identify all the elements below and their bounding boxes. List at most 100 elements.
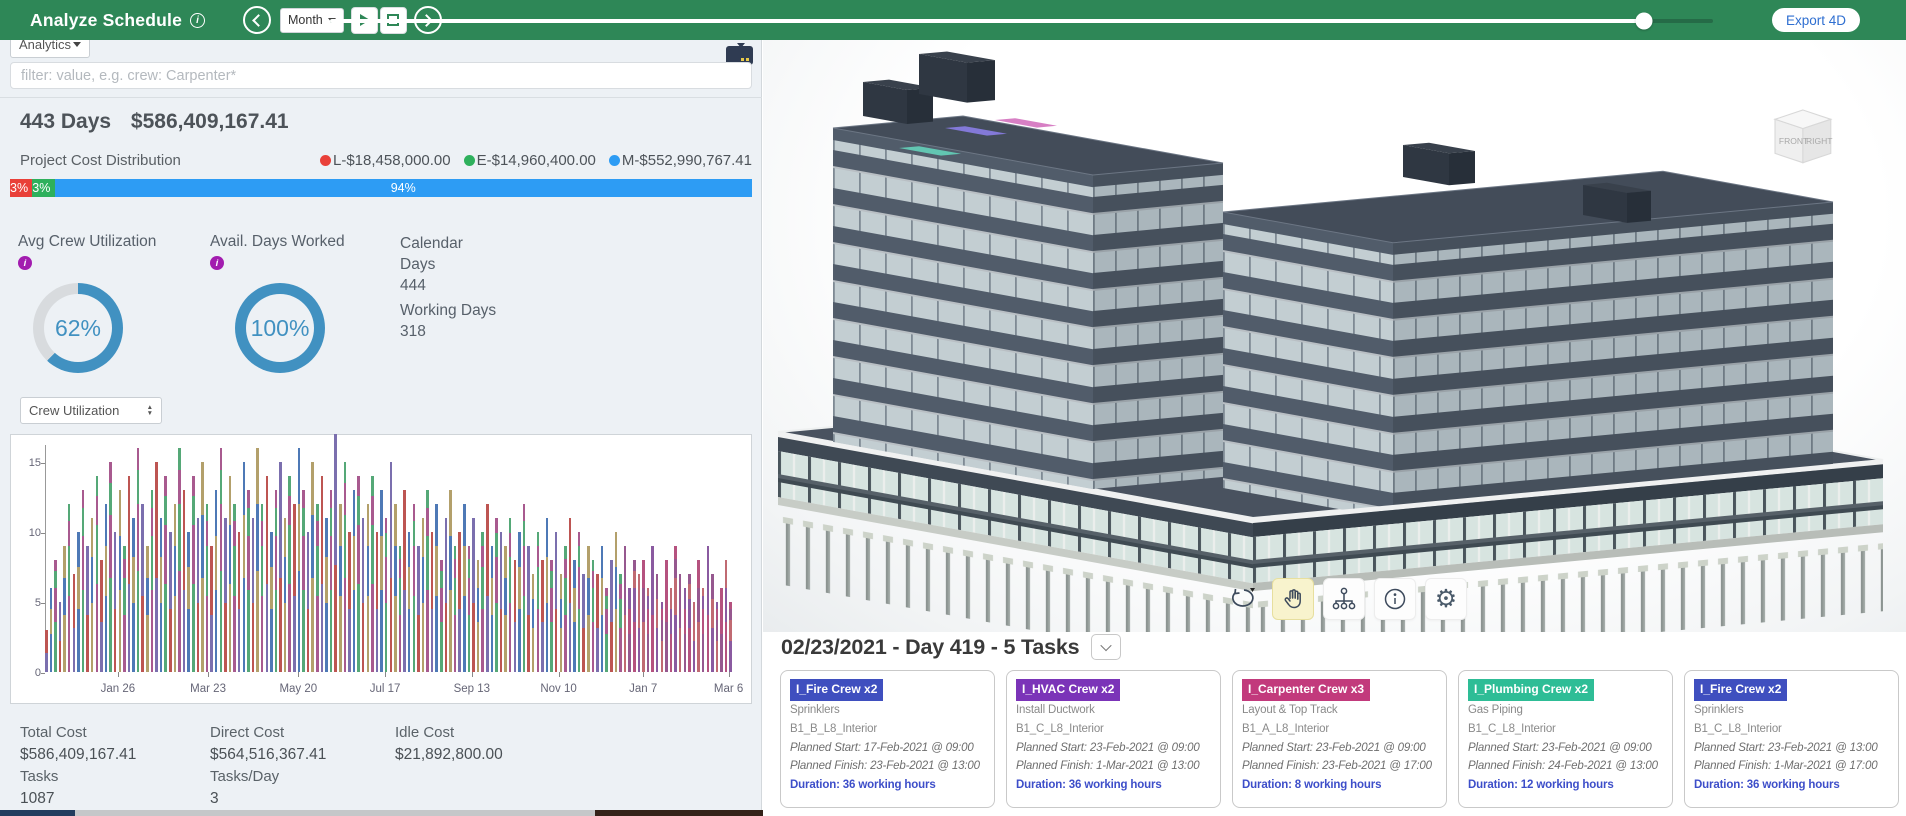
chevron-down-icon <box>1101 640 1112 651</box>
view-cube-front-label: FRONT <box>1779 136 1808 146</box>
timeline-slider[interactable] <box>330 12 1713 28</box>
task-location: B1_C_L8_Interior <box>1016 720 1211 739</box>
task-duration: Duration: 36 working hours <box>1694 776 1889 795</box>
y-tick-label: 15 <box>19 457 41 469</box>
task-finish: Planned Finish: 1-Mar-2021 @ 13:00 <box>1016 757 1211 776</box>
y-tick-label: 10 <box>19 527 41 539</box>
stat-direct-cost: Direct Cost$564,516,367.41 <box>210 722 326 766</box>
task-crew: I_Fire Crew x2 <box>790 679 883 701</box>
task-location: B1_C_L8_Interior <box>1468 720 1663 739</box>
task-duration: Duration: 36 working hours <box>1016 776 1211 795</box>
task-crew: I_Carpenter Crew x3 <box>1242 679 1370 701</box>
task-start: Planned Start: 17-Feb-2021 @ 09:00 <box>790 739 985 758</box>
export-4d-button[interactable]: Export 4D <box>1772 8 1860 32</box>
task-card[interactable]: I_Fire Crew x2SprinklersB1_C_L8_Interior… <box>1684 670 1899 808</box>
pan-icon[interactable] <box>1272 578 1314 620</box>
period-select-value: Month <box>288 13 323 27</box>
x-tick-label: Mar 23 <box>190 683 226 695</box>
orbit-icon[interactable] <box>1221 578 1263 620</box>
task-start: Planned Start: 23-Feb-2021 @ 09:00 <box>1242 739 1437 758</box>
legend-dot <box>609 155 620 166</box>
summary-line: 443 Days $586,409,167.41 <box>20 110 289 134</box>
cost-distribution-row: Project Cost Distribution L-$18,458,000.… <box>20 152 752 169</box>
info-icon[interactable]: i <box>190 13 205 28</box>
legend-dot <box>320 155 331 166</box>
distribution-segment-E: 3% <box>32 179 54 197</box>
task-start: Planned Start: 23-Feb-2021 @ 13:00 <box>1694 739 1889 758</box>
cost-distribution-legend: L-$18,458,000.00E-$14,960,400.00M-$552,9… <box>320 152 752 169</box>
analytics-panel: Analytics 443 Days $586,409,167.41 Proje… <box>0 0 762 816</box>
task-card[interactable]: I_Carpenter Crew x3Layout & Top TrackB1_… <box>1232 670 1447 808</box>
crew-utilization-value: 62% <box>33 283 123 373</box>
calendar-days-label-2: Days <box>400 254 496 275</box>
tasks-day-header: 02/23/2021 - Day 419 - 5 Tasks <box>781 635 1079 660</box>
task-cards-row: I_Fire Crew x2SprinklersB1_B_L8_Interior… <box>780 670 1899 808</box>
cost-distribution-bar: 3%3%94% <box>10 179 752 197</box>
task-finish: Planned Finish: 24-Feb-2021 @ 13:00 <box>1468 757 1663 776</box>
task-crew: I_Plumbing Crew x2 <box>1468 679 1594 701</box>
y-tick-label: 0 <box>19 667 41 679</box>
task-crew: I_Fire Crew x2 <box>1694 679 1787 701</box>
working-days-label: Working Days <box>400 300 496 321</box>
y-tick-label: 5 <box>19 597 41 609</box>
scrollbar-left-cap <box>0 810 75 816</box>
working-days-value: 318 <box>400 321 496 342</box>
app-header: Analyze Schedule i Month Export 4D <box>0 0 1906 40</box>
metric-select-value: Crew Utilization <box>29 403 119 418</box>
stat-idle-cost: Idle Cost$21,892,800.00 <box>395 722 503 766</box>
task-card[interactable]: I_Plumbing Crew x2Gas PipingB1_C_L8_Inte… <box>1458 670 1673 808</box>
tasks-collapse-button[interactable] <box>1091 634 1121 660</box>
task-task: Sprinklers <box>790 701 985 720</box>
task-duration: Duration: 12 working hours <box>1468 776 1663 795</box>
summary-total: $586,409,167.41 <box>131 110 289 133</box>
filter-input[interactable] <box>10 62 752 89</box>
x-tick-label: Nov 10 <box>540 683 576 695</box>
task-duration: Duration: 8 working hours <box>1242 776 1437 795</box>
task-start: Planned Start: 23-Feb-2021 @ 09:00 <box>1468 739 1663 758</box>
bim-3d-view[interactable]: FRONT RIGHT <box>763 40 1906 632</box>
rooftop-unit <box>863 52 995 125</box>
prev-period-button[interactable] <box>243 6 271 34</box>
view-cube: FRONT RIGHT <box>1775 110 1833 163</box>
divider <box>0 97 762 98</box>
viewer-toolbar: ⚙ <box>1221 578 1467 620</box>
task-duration: Duration: 36 working hours <box>790 776 985 795</box>
info-icon[interactable] <box>1374 578 1416 620</box>
view-cube-right-label: RIGHT <box>1806 136 1833 146</box>
x-tick-label: Jul 17 <box>370 683 401 695</box>
info-icon[interactable]: i <box>18 256 32 270</box>
days-worked-value: 100% <box>235 283 325 373</box>
task-crew: I_HVAC Crew x2 <box>1016 679 1120 701</box>
stat-tasks-day: Tasks/Day3 <box>210 766 279 810</box>
slider-fill <box>330 19 1644 23</box>
gauge-label-crew-utilization: Avg Crew Utilization <box>18 233 156 251</box>
task-task: Install Ductwork <box>1016 701 1211 720</box>
model-tree-icon[interactable] <box>1323 578 1365 620</box>
task-location: B1_B_L8_Interior <box>790 720 985 739</box>
stat-total-cost: Total Cost$586,409,167.41 <box>20 722 136 766</box>
x-tick-label: Jan 7 <box>629 683 657 695</box>
scrollbar-thumb[interactable] <box>75 810 595 816</box>
task-card[interactable]: I_HVAC Crew x2Install DuctworkB1_C_L8_In… <box>1006 670 1221 808</box>
info-icon[interactable]: i <box>210 256 224 270</box>
bim-model: FRONT RIGHT <box>763 40 1906 632</box>
stat-tasks: Tasks1087 <box>20 766 58 810</box>
task-task: Layout & Top Track <box>1242 701 1437 720</box>
slider-thumb[interactable] <box>1635 13 1652 30</box>
task-card[interactable]: I_Fire Crew x2SprinklersB1_B_L8_Interior… <box>780 670 995 808</box>
gauge-label-days-worked: Avail. Days Worked <box>210 233 345 251</box>
x-tick-label: May 20 <box>279 683 317 695</box>
task-finish: Planned Finish: 23-Feb-2021 @ 13:00 <box>790 757 985 776</box>
legend-item-L: L-$18,458,000.00 <box>320 152 451 169</box>
viewer-region: FRONT RIGHT <box>763 40 1906 816</box>
legend-dot <box>464 155 475 166</box>
metric-select[interactable]: Crew Utilization ▲▼ <box>20 397 162 424</box>
settings-gear-icon[interactable]: ⚙ <box>1425 578 1467 620</box>
chevron-left-icon <box>252 14 265 27</box>
calendar-stats: Calendar Days 444 Working Days 318 <box>400 233 496 342</box>
task-finish: Planned Finish: 23-Feb-2021 @ 17:00 <box>1242 757 1437 776</box>
distribution-segment-L: 3% <box>10 179 32 197</box>
calendar-days-label-1: Calendar <box>400 233 496 254</box>
legend-item-M: M-$552,990,767.41 <box>609 152 752 169</box>
crew-utilization-donut: 62% <box>33 283 123 373</box>
